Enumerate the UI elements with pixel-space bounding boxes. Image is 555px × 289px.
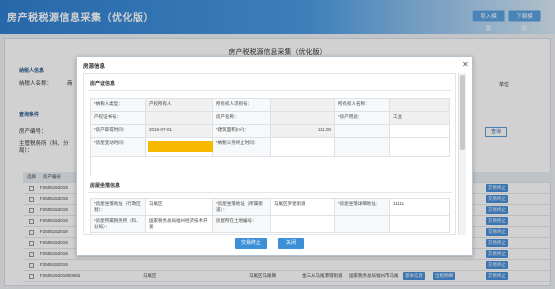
empty-cell <box>390 216 450 233</box>
tax-office-select[interactable]: 国家税务总局福州经济技术开发 <box>146 216 213 233</box>
property-info-dialog: 房源信息 ✕ 房产证信息 *纳税人类型： 产权所有人 所有权人识别号： 所有权人… <box>76 56 473 256</box>
tax-end-input[interactable] <box>271 138 335 157</box>
change-date-input[interactable] <box>148 141 213 152</box>
section-divider <box>88 90 452 91</box>
address-detail-label: *房屋坐落详细地址： <box>335 199 390 216</box>
dialog-footer: 交易终止 关闭 <box>77 235 474 257</box>
cert-no-input[interactable] <box>146 112 213 125</box>
district-label: *房屋坐落地址（行政区划）： <box>91 199 146 216</box>
district-select[interactable]: 马尾区 <box>146 199 213 216</box>
taxpayer-type-select[interactable]: 产权所有人 <box>146 99 213 112</box>
close-button[interactable]: 关闭 <box>278 238 304 249</box>
land-no-input[interactable] <box>271 216 335 233</box>
empty-label <box>335 216 390 233</box>
empty-cell <box>390 125 450 138</box>
street-label: *房屋坐落地址（所属街道）： <box>213 199 271 216</box>
acquire-date-label: *房产取得时间： <box>91 125 146 138</box>
area-input[interactable]: 111.00 <box>271 125 335 138</box>
owner-id-input[interactable] <box>271 99 335 112</box>
location-section-title: 房屋坐落信息 <box>90 183 121 189</box>
taxpayer-type-label: *纳税人类型： <box>91 99 146 112</box>
empty-label <box>335 125 390 138</box>
dialog-scrollbar[interactable] <box>458 73 466 235</box>
location-form: *房屋坐落地址（行政区划）： 马尾区 *房屋坐落地址（所属街道）： 马尾区罗星街… <box>90 198 450 234</box>
tax-office-label: *房屋所属税务所（科、分局）： <box>91 216 146 233</box>
land-no-label: 房屋所在土地编号： <box>213 216 271 233</box>
close-icon[interactable]: ✕ <box>462 60 469 69</box>
owner-id-label: 所有权人识别号： <box>213 99 271 112</box>
dialog-body: 房产证信息 *纳税人类型： 产权所有人 所有权人识别号： 所有权人名称： 产权证… <box>83 73 456 235</box>
property-name-label: 房产名称： <box>213 112 271 125</box>
section-divider <box>88 192 452 193</box>
cert-no-label: 产权证书号： <box>91 112 146 125</box>
usage-label: *房产用途： <box>335 112 390 125</box>
street-select[interactable]: 马尾区罗星街道 <box>271 199 335 216</box>
owner-name-input[interactable] <box>390 99 450 112</box>
terminate-transaction-button[interactable]: 交易终止 <box>235 238 267 249</box>
cert-form: *纳税人类型： 产权所有人 所有权人识别号： 所有权人名称： 产权证书号： 房产… <box>90 98 450 176</box>
usage-select[interactable]: 工业 <box>390 112 450 125</box>
scrollbar-thumb[interactable] <box>460 75 465 150</box>
property-name-input[interactable] <box>271 112 335 125</box>
tax-end-label: *纳税义务终止时间： <box>213 138 271 157</box>
owner-name-label: 所有权人名称： <box>335 99 390 112</box>
area-label: *建筑面积(m²)： <box>213 125 271 138</box>
address-detail-input[interactable]: 11111 <box>390 199 450 216</box>
change-date-label: *房屋变动时间： <box>91 138 146 157</box>
dialog-title: 房源信息 <box>83 64 106 70</box>
acquire-date-input[interactable]: 2016-07-01 <box>146 125 213 138</box>
empty-label <box>335 138 390 157</box>
cert-section-title: 房产证信息 <box>90 81 116 87</box>
empty-cell <box>390 138 450 157</box>
